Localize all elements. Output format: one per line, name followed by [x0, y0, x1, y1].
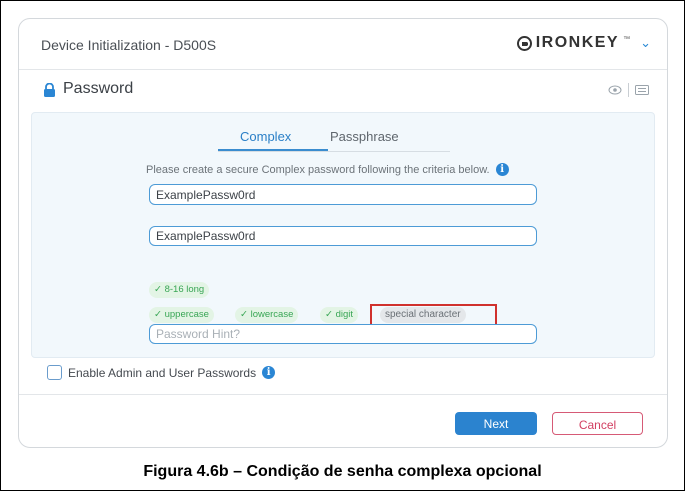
divider: [628, 83, 629, 97]
title-bar: Device Initialization - D500S IRONKEY ™ …: [19, 19, 667, 70]
criteria-lowercase-badge: ✓ lowercase: [235, 307, 299, 323]
window-title: Device Initialization - D500S: [41, 37, 217, 53]
cancel-button[interactable]: Cancel: [552, 412, 643, 435]
password-input[interactable]: [149, 184, 537, 205]
keyboard-icon[interactable]: [635, 85, 649, 95]
info-icon[interactable]: i: [262, 366, 276, 379]
confirm-password-input[interactable]: [149, 226, 537, 246]
section-title: Password: [63, 80, 134, 97]
criteria-uppercase-badge: ✓ uppercase: [149, 307, 214, 323]
tab-complex[interactable]: Complex: [240, 129, 291, 144]
instructions: Please create a secure Complex password …: [146, 163, 509, 176]
enable-admin-user-label: Enable Admin and User Passwords: [68, 365, 257, 380]
brand-trademark: ™: [623, 35, 631, 43]
eye-icon[interactable]: [608, 85, 622, 95]
criteria-digit-badge: ✓ digit: [320, 307, 359, 323]
callout-highlight-box: [370, 304, 497, 326]
brand-menu[interactable]: IRONKEY ™ ⌄: [516, 33, 651, 53]
app-window: Device Initialization - D500S IRONKEY ™ …: [18, 18, 668, 448]
brand-name: IRONKEY: [535, 34, 620, 51]
next-button[interactable]: Next: [455, 412, 537, 435]
password-hint-input[interactable]: [149, 324, 537, 344]
enable-admin-user-checkbox[interactable]: [47, 365, 62, 380]
section-header: Password: [19, 71, 667, 107]
chevron-down-icon[interactable]: ⌄: [640, 35, 651, 51]
password-type-tabs: Complex Passphrase: [218, 121, 450, 152]
info-icon[interactable]: i: [495, 163, 509, 176]
enable-admin-user-option[interactable]: Enable Admin and User Passwords i: [47, 365, 276, 380]
password-panel: Complex Passphrase Please create a secur…: [31, 112, 655, 358]
lock-icon: [44, 83, 55, 97]
instructions-text: Please create a secure Complex password …: [146, 163, 490, 176]
criteria-length-badge: ✓ 8-16 long: [149, 282, 210, 298]
ironkey-logo-icon: [516, 35, 532, 51]
active-tab-indicator: [218, 149, 328, 151]
figure-caption: Figura 4.6b – Condição de senha complexa…: [143, 463, 542, 480]
view-controls: [608, 83, 649, 97]
tab-passphrase[interactable]: Passphrase: [330, 129, 399, 144]
footer-divider: [19, 394, 667, 395]
